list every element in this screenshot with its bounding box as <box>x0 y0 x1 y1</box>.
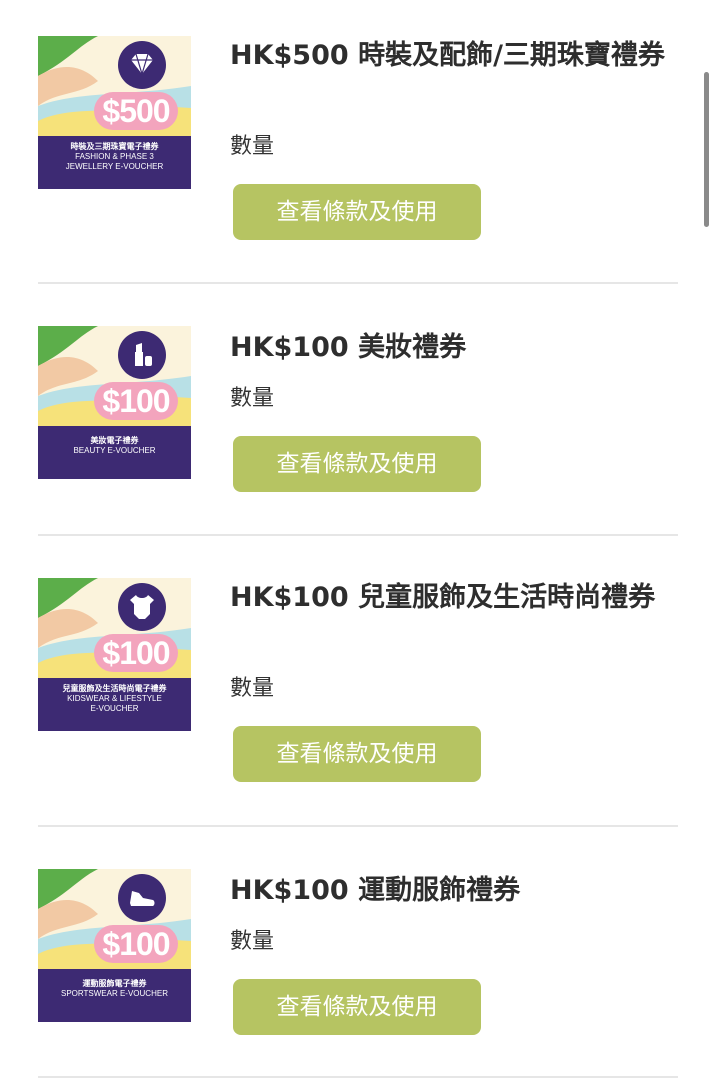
voucher-caption-en: JEWELLERY E-VOUCHER <box>65 162 164 171</box>
voucher-caption: 時裝及三期珠寶電子禮券 FASHION & PHASE 3 JEWELLERY … <box>38 136 191 189</box>
view-terms-button[interactable]: 查看條款及使用 <box>233 436 481 492</box>
voucher-caption: 美妝電子禮券 BEAUTY E-VOUCHER <box>38 426 191 479</box>
voucher-item: $100 兒童服飾及生活時尚電子禮券 KIDSWEAR & LIFESTYLE … <box>38 578 678 788</box>
voucher-caption-en: E-VOUCHER <box>90 704 139 713</box>
voucher-caption-en: SPORTSWEAR E-VOUCHER <box>61 989 168 998</box>
voucher-caption-en: BEAUTY E-VOUCHER <box>73 446 156 455</box>
voucher-title: HK$100 兒童服飾及生活時尚禮券 <box>230 582 656 613</box>
voucher-caption: 運動服飾電子禮券 SPORTSWEAR E-VOUCHER <box>38 969 191 1022</box>
view-terms-button[interactable]: 查看條款及使用 <box>233 979 481 1035</box>
voucher-thumbnail: $500 時裝及三期珠寶電子禮券 FASHION & PHASE 3 JEWEL… <box>38 36 191 189</box>
voucher-caption: 兒童服飾及生活時尚電子禮券 KIDSWEAR & LIFESTYLE E-VOU… <box>38 678 191 731</box>
voucher-amount: $100 <box>94 382 178 420</box>
divider <box>38 282 678 284</box>
baby-onesie-icon <box>118 583 166 631</box>
voucher-caption-zh: 兒童服飾及生活時尚電子禮券 <box>62 684 167 693</box>
voucher-thumbnail: $100 兒童服飾及生活時尚電子禮券 KIDSWEAR & LIFESTYLE … <box>38 578 191 731</box>
quantity-label: 數量 <box>230 929 275 954</box>
sneaker-icon <box>118 874 166 922</box>
voucher-amount: $100 <box>94 634 178 672</box>
view-terms-button[interactable]: 查看條款及使用 <box>233 184 481 240</box>
divider <box>38 1076 678 1078</box>
voucher-item: $500 時裝及三期珠寶電子禮券 FASHION & PHASE 3 JEWEL… <box>38 36 678 246</box>
quantity-label: 數量 <box>230 134 275 159</box>
diamond-shoe-icon <box>118 41 166 89</box>
voucher-amount: $500 <box>94 92 178 130</box>
voucher-item: $100 美妝電子禮券 BEAUTY E-VOUCHER HK$100 美妝禮券… <box>38 326 678 496</box>
divider <box>38 825 678 827</box>
voucher-item: $100 運動服飾電子禮券 SPORTSWEAR E-VOUCHER HK$10… <box>38 869 678 1039</box>
voucher-title: HK$500 時裝及配飾/三期珠寶禮券 <box>230 40 665 71</box>
voucher-caption-en: KIDSWEAR & LIFESTYLE <box>67 694 162 703</box>
view-terms-button[interactable]: 查看條款及使用 <box>233 726 481 782</box>
lipstick-icon <box>118 331 166 379</box>
voucher-title: HK$100 美妝禮券 <box>230 332 467 363</box>
voucher-caption-zh: 美妝電子禮券 <box>90 436 139 445</box>
voucher-title: HK$100 運動服飾禮券 <box>230 875 521 906</box>
divider <box>38 534 678 536</box>
voucher-amount: $100 <box>94 925 178 963</box>
voucher-caption-zh: 時裝及三期珠寶電子禮券 <box>70 142 159 151</box>
scrollbar[interactable] <box>704 72 709 227</box>
voucher-caption-zh: 運動服飾電子禮券 <box>82 979 147 988</box>
quantity-label: 數量 <box>230 676 275 701</box>
voucher-caption-en: FASHION & PHASE 3 <box>75 152 154 161</box>
quantity-label: 數量 <box>230 386 275 411</box>
voucher-thumbnail: $100 運動服飾電子禮券 SPORTSWEAR E-VOUCHER <box>38 869 191 1022</box>
voucher-thumbnail: $100 美妝電子禮券 BEAUTY E-VOUCHER <box>38 326 191 479</box>
